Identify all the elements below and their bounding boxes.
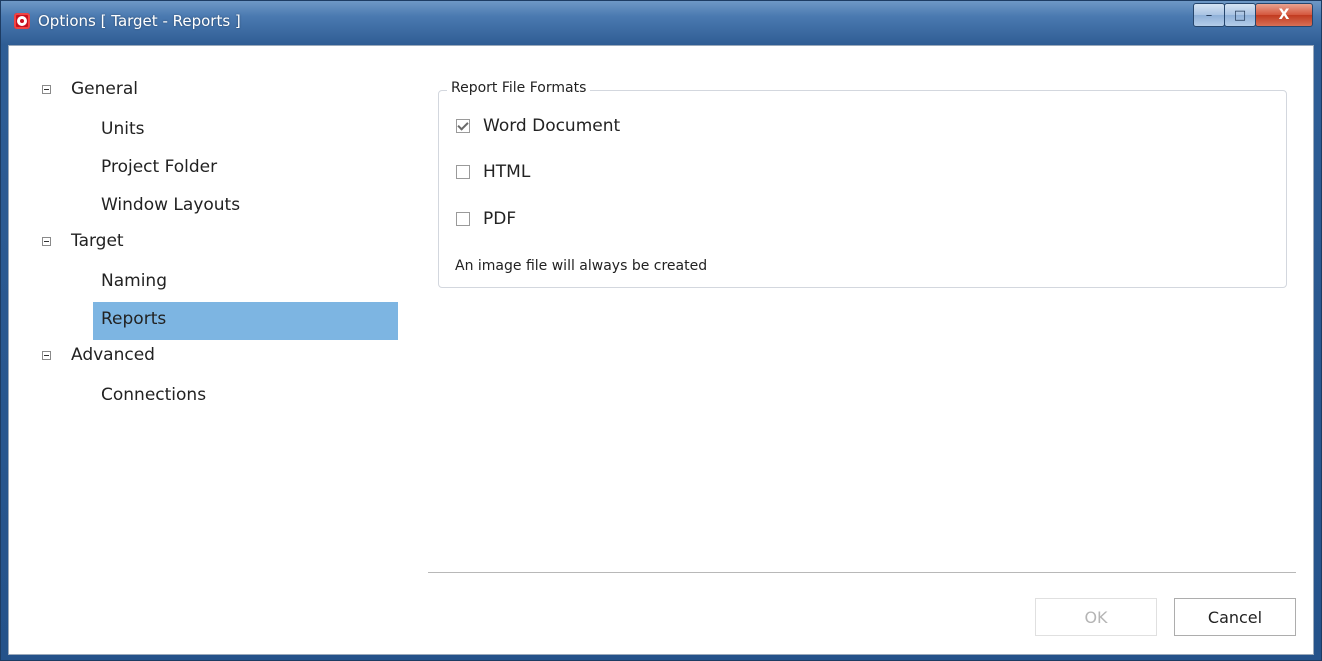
tree-item-label: Connections [101,385,207,405]
ok-button[interactable]: OK [1035,598,1157,636]
group-title: Report File Formats [447,80,591,96]
tree-group-advanced[interactable]: Advanced [9,340,409,378]
window-title: Options [ Target - Reports ] [38,12,241,30]
tree-item-label: Window Layouts [101,195,241,215]
html-checkbox[interactable] [456,165,470,179]
options-window: Options [ Target - Reports ] – □ X Gener… [0,0,1322,661]
tree-item-project-folder[interactable]: Project Folder [9,150,409,188]
tree-item-window-layouts[interactable]: Window Layouts [9,188,409,226]
minimize-button[interactable]: – [1193,3,1225,27]
image-file-note: An image file will always be created [455,258,708,274]
checkbox-label: HTML [483,162,531,182]
collapse-icon[interactable] [42,85,51,94]
tree-item-label: Units [101,119,145,139]
tree-group-label: Advanced [71,345,155,365]
collapse-icon[interactable] [42,351,51,360]
tree-group-target[interactable]: Target [9,226,409,264]
dialog-client-area: General Units Project Folder Window Layo… [8,45,1314,655]
tree-item-units[interactable]: Units [9,112,409,150]
word-document-option[interactable]: Word Document [456,114,620,138]
tree-item-connections[interactable]: Connections [9,378,409,416]
tree-group-general[interactable]: General [9,74,409,112]
word-document-checkbox[interactable] [456,119,470,133]
close-button[interactable]: X [1255,3,1313,27]
checkbox-label: Word Document [483,116,621,136]
tree-group-label: Target [71,231,124,251]
window-controls: – □ X [1193,3,1313,27]
tree-item-naming[interactable]: Naming [9,264,409,302]
pdf-checkbox[interactable] [456,212,470,226]
tree-item-reports[interactable]: Reports [9,302,409,340]
tree-item-label: Reports [101,309,167,329]
title-bar[interactable]: Options [ Target - Reports ] – □ X [1,1,1321,45]
close-icon: X [1278,7,1290,23]
maximize-icon: □ [1233,7,1247,23]
options-tree: General Units Project Folder Window Layo… [9,74,409,416]
footer-divider [428,572,1296,573]
tree-item-label: Naming [101,271,167,291]
maximize-button[interactable]: □ [1224,3,1256,27]
tree-item-label: Project Folder [101,157,218,177]
tree-group-label: General [71,79,138,99]
target-app-icon [14,13,30,29]
collapse-icon[interactable] [42,237,51,246]
pdf-option[interactable]: PDF [456,207,516,231]
cancel-button[interactable]: Cancel [1174,598,1296,636]
html-option[interactable]: HTML [456,160,530,184]
checkbox-label: PDF [483,209,517,229]
minimize-icon: – [1205,7,1213,23]
